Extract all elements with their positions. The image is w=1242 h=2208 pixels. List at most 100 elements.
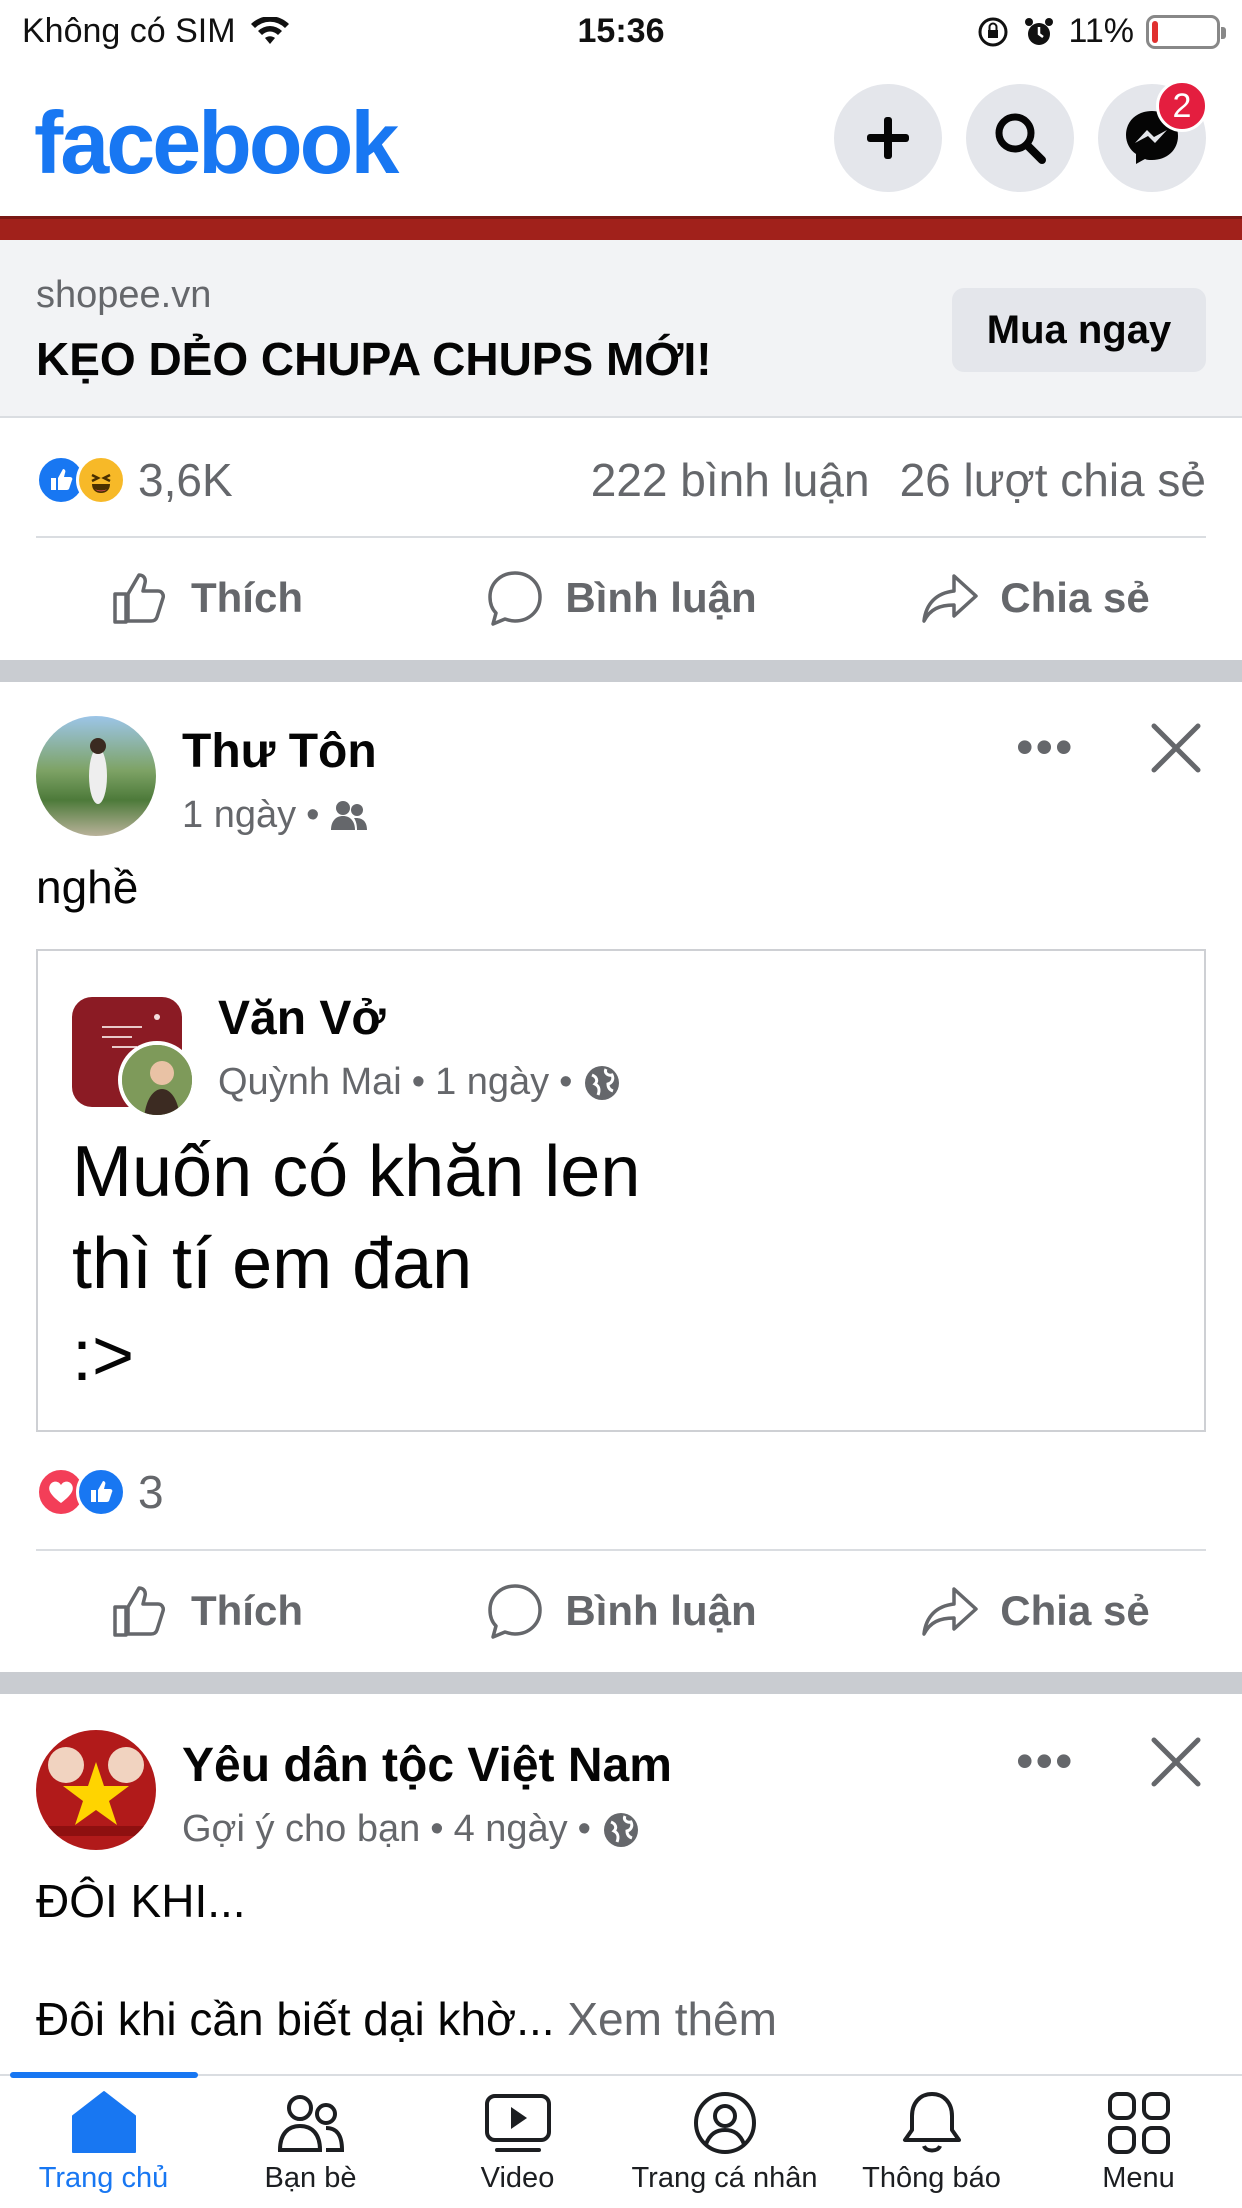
post-meta: 1 ngày • [182,794,369,837]
reaction-icons[interactable] [36,455,126,505]
app-header: facebook 2 [0,62,1242,216]
haha-reaction-icon [76,455,126,505]
more-options-icon[interactable]: ••• [1016,718,1075,776]
tab-home[interactable]: Trang chủ [0,2076,207,2208]
shared-text-line: :> [72,1316,135,1396]
like-reaction-icon [76,1467,126,1517]
tab-label: Menu [1102,2162,1175,2194]
share-icon [922,574,979,623]
share-button[interactable]: Chia sẻ [828,543,1242,653]
share-label: Chia sẻ [1000,574,1150,621]
meta-separator: • [411,1061,426,1103]
shared-post-card[interactable]: Văn Vở Quỳnh Mai • 1 ngày • Muốn có khăn… [36,949,1206,1432]
sponsored-ad-footer[interactable]: shopee.vn KẸO DẺO CHUPA CHUPS MỚI! Mua n… [0,240,1242,418]
author-avatar-quynh-mai[interactable] [118,1041,196,1119]
create-button[interactable] [834,84,942,192]
ad-action-bar: Thích Bình luận Chia sẻ [0,543,1242,653]
post-text-line: Đôi khi cần biết dại khờ... Xem thêm [36,1992,777,2046]
share-icon [922,1587,979,1636]
orientation-lock-icon [978,17,1008,46]
bottom-tab-bar: Trang chủ Bạn bè Video Trang cá nhân Thô… [0,2072,1242,2208]
carrier-label: Không có SIM [22,12,236,50]
shared-text-line: Muốn có khăn len [72,1132,641,1212]
post-reaction-count[interactable]: 3 [138,1465,164,1519]
search-button[interactable] [966,84,1074,192]
shared-text-line: thì tí em đan [72,1224,473,1304]
tab-label: Video [480,2162,555,2194]
home-icon [71,2091,136,2153]
reaction-icons[interactable] [36,1467,126,1517]
comment-button[interactable]: Bình luận [414,1556,828,1666]
tab-label: Thông báo [862,2162,1001,2194]
shared-post-meta: Quỳnh Mai • 1 ngày • [218,1061,622,1104]
meta-separator: • [430,1808,444,1850]
video-icon [484,2094,551,2152]
wifi-icon [250,16,289,44]
tab-label: Trang cá nhân [631,2162,818,2194]
friends-icon [277,2095,344,2152]
shared-author-name[interactable]: Quỳnh Mai [218,1061,402,1104]
avatar-thu-ton[interactable] [36,716,156,836]
post-time[interactable]: 4 ngày [454,1808,568,1851]
tab-menu[interactable]: Menu [1035,2076,1242,2208]
facebook-logo[interactable]: facebook [34,92,399,194]
comment-icon [488,1584,543,1639]
tab-label: Bạn bè [264,2162,357,2194]
ad-image-strip [0,216,1242,240]
feed-separator [0,1672,1242,1694]
tab-friends[interactable]: Bạn bè [207,2076,414,2208]
post-time[interactable]: 1 ngày [182,794,296,837]
divider [36,1549,1206,1551]
plus-icon [867,117,909,159]
post-text: nghề [36,861,139,913]
globe-icon [585,1065,620,1100]
comment-button[interactable]: Bình luận [414,543,828,653]
avatar-yeu-dan-toc-viet-nam[interactable] [36,1730,156,1850]
post-action-bar: Thích Bình luận Chia sẻ [0,1556,1242,1666]
meta-separator: • [577,1808,591,1850]
close-icon[interactable] [1148,1734,1204,1790]
status-bar: 15:36 Không có SIM 11% [0,0,1242,62]
ad-domain: shopee.vn [36,274,212,316]
shared-page-name[interactable]: Văn Vở [218,991,386,1046]
feed-separator [0,660,1242,682]
search-icon [995,113,1046,164]
tab-video[interactable]: Video [414,2076,621,2208]
globe-icon [603,1812,638,1847]
bell-icon [902,2092,961,2153]
ad-share-count[interactable]: 26 lượt chia sẻ [900,453,1206,507]
close-icon[interactable] [1148,720,1204,776]
suggested-label: Gợi ý cho bạn [182,1808,421,1850]
post-text-line: ĐÔI KHI... [36,1875,246,1927]
tab-label: Trang chủ [38,2162,169,2194]
battery-percent: 11% [1068,12,1134,50]
like-label: Thích [191,1587,303,1634]
more-options-icon[interactable]: ••• [1016,1732,1075,1790]
tab-profile[interactable]: Trang cá nhân [621,2076,828,2208]
messenger-badge: 2 [1156,80,1208,132]
shared-post-time[interactable]: 1 ngày [435,1061,549,1104]
see-more-link[interactable]: Xem thêm [567,1993,777,2045]
shop-now-button[interactable]: Mua ngay [952,288,1206,372]
active-tab-indicator [10,2072,198,2078]
comment-label: Bình luận [565,1587,757,1634]
friends-audience-icon [331,800,368,830]
share-label: Chia sẻ [1000,1587,1150,1634]
ad-comment-count[interactable]: 222 bình luận [591,453,870,507]
post-reactions-row: 3 [36,1462,1206,1522]
share-button[interactable]: Chia sẻ [828,1556,1242,1666]
ad-reaction-count[interactable]: 3,6K [138,453,233,507]
divider [36,536,1206,538]
ad-title: KẸO DẺO CHUPA CHUPS MỚI! [36,333,712,385]
thumbs-up-icon [113,1586,165,1637]
ad-reactions-row: 3,6K 222 bình luận 26 lượt chia sẻ [36,450,1206,510]
post-author-name[interactable]: Yêu dân tộc Việt Nam [182,1738,672,1793]
tab-notifications[interactable]: Thông báo [828,2076,1035,2208]
like-button[interactable]: Thích [0,543,414,653]
like-button[interactable]: Thích [0,1556,414,1666]
alarm-icon [1025,17,1054,45]
messenger-button[interactable]: 2 [1098,80,1208,192]
shared-post-text: Muốn có khăn len thì tí em đan :> [72,1126,640,1402]
meta-separator: • [559,1061,573,1103]
post-author-name[interactable]: Thư Tôn [182,724,377,779]
